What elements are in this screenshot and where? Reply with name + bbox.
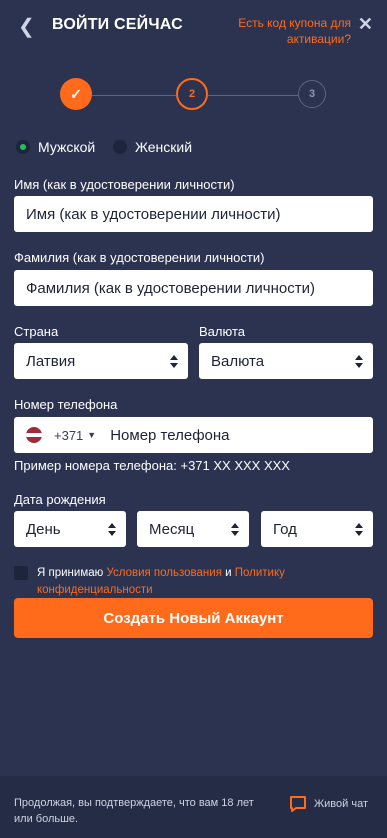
sort-arrows-icon	[108, 521, 116, 537]
create-account-button[interactable]: Создать Новый Аккаунт	[14, 598, 373, 638]
step-3-pending: 3	[298, 80, 326, 108]
terms-conjunction: и	[221, 567, 235, 579]
sort-arrows-icon	[231, 521, 239, 537]
caret-down-icon[interactable]: ▼	[87, 430, 96, 440]
step-connector	[92, 95, 176, 96]
gender-option-female[interactable]: Женский	[113, 139, 192, 155]
terms-checkbox[interactable]	[14, 566, 28, 580]
birth-day-select[interactable]: День	[14, 511, 126, 547]
terms-of-use-link[interactable]: Условия пользования	[106, 567, 221, 579]
latvia-flag-icon[interactable]	[26, 427, 42, 443]
currency-label: Валюта	[199, 324, 245, 339]
chat-bubble-icon	[290, 796, 306, 812]
first-name-label: Имя (как в удостоверении личности)	[14, 177, 235, 192]
birthdate-label: Дата рождения	[14, 492, 106, 507]
currency-value: Валюта	[211, 352, 265, 370]
birth-year-value: Год	[273, 520, 297, 538]
birth-month-value: Месяц	[149, 520, 195, 538]
sort-arrows-icon	[355, 353, 363, 369]
progress-stepper: ✓ 2 3	[60, 78, 328, 114]
footer: Продолжая, вы подтверждаете, что вам 18 …	[0, 776, 387, 838]
close-icon[interactable]: ✕	[358, 14, 373, 35]
birth-day-value: День	[26, 520, 61, 538]
gender-female-label: Женский	[135, 139, 193, 155]
last-name-input[interactable]: Фамилия (как в удостоверении личности)	[14, 270, 373, 306]
phone-hint: Пример номера телефона: +371 XX XXX XXX	[14, 458, 290, 473]
radio-male[interactable]	[16, 140, 30, 154]
step-2-active: 2	[176, 78, 208, 110]
birth-month-select[interactable]: Месяц	[137, 511, 249, 547]
step-1-complete: ✓	[60, 78, 92, 110]
page-title: ВОЙТИ СЕЙЧАС	[52, 16, 183, 33]
country-value: Латвия	[26, 352, 76, 370]
terms-prefix: Я принимаю	[37, 567, 107, 579]
last-name-label: Фамилия (как в удостоверении личности)	[14, 250, 265, 265]
live-chat-button[interactable]: Живой чат	[288, 794, 368, 814]
age-disclaimer: Продолжая, вы подтверждаете, что вам 18 …	[14, 797, 254, 825]
coupon-link[interactable]: Есть код купона для активации?	[226, 15, 351, 47]
first-name-input[interactable]: Имя (как в удостоверении личности)	[14, 196, 373, 232]
birth-year-select[interactable]: Год	[261, 511, 373, 547]
country-select[interactable]: Латвия	[14, 343, 188, 379]
sort-arrows-icon	[170, 353, 178, 369]
header: ❮ ВОЙТИ СЕЙЧАС Есть код купона для актив…	[0, 0, 387, 64]
step-connector	[208, 95, 298, 96]
country-label: Страна	[14, 324, 59, 339]
terms-text: Я принимаю Условия пользования и Политик…	[37, 565, 357, 599]
gender-option-male[interactable]: Мужской	[16, 139, 95, 155]
live-chat-label: Живой чат	[314, 798, 368, 810]
phone-field[interactable]: +371 ▼ Номер телефона	[14, 417, 373, 453]
radio-female[interactable]	[113, 140, 127, 154]
phone-label: Номер телефона	[14, 397, 118, 412]
phone-country-code[interactable]: +371	[54, 428, 83, 443]
currency-select[interactable]: Валюта	[199, 343, 373, 379]
phone-input[interactable]: Номер телефона	[110, 427, 229, 444]
gender-male-label: Мужской	[38, 139, 96, 155]
sort-arrows-icon	[355, 521, 363, 537]
chevron-left-icon[interactable]: ❮	[18, 14, 35, 39]
